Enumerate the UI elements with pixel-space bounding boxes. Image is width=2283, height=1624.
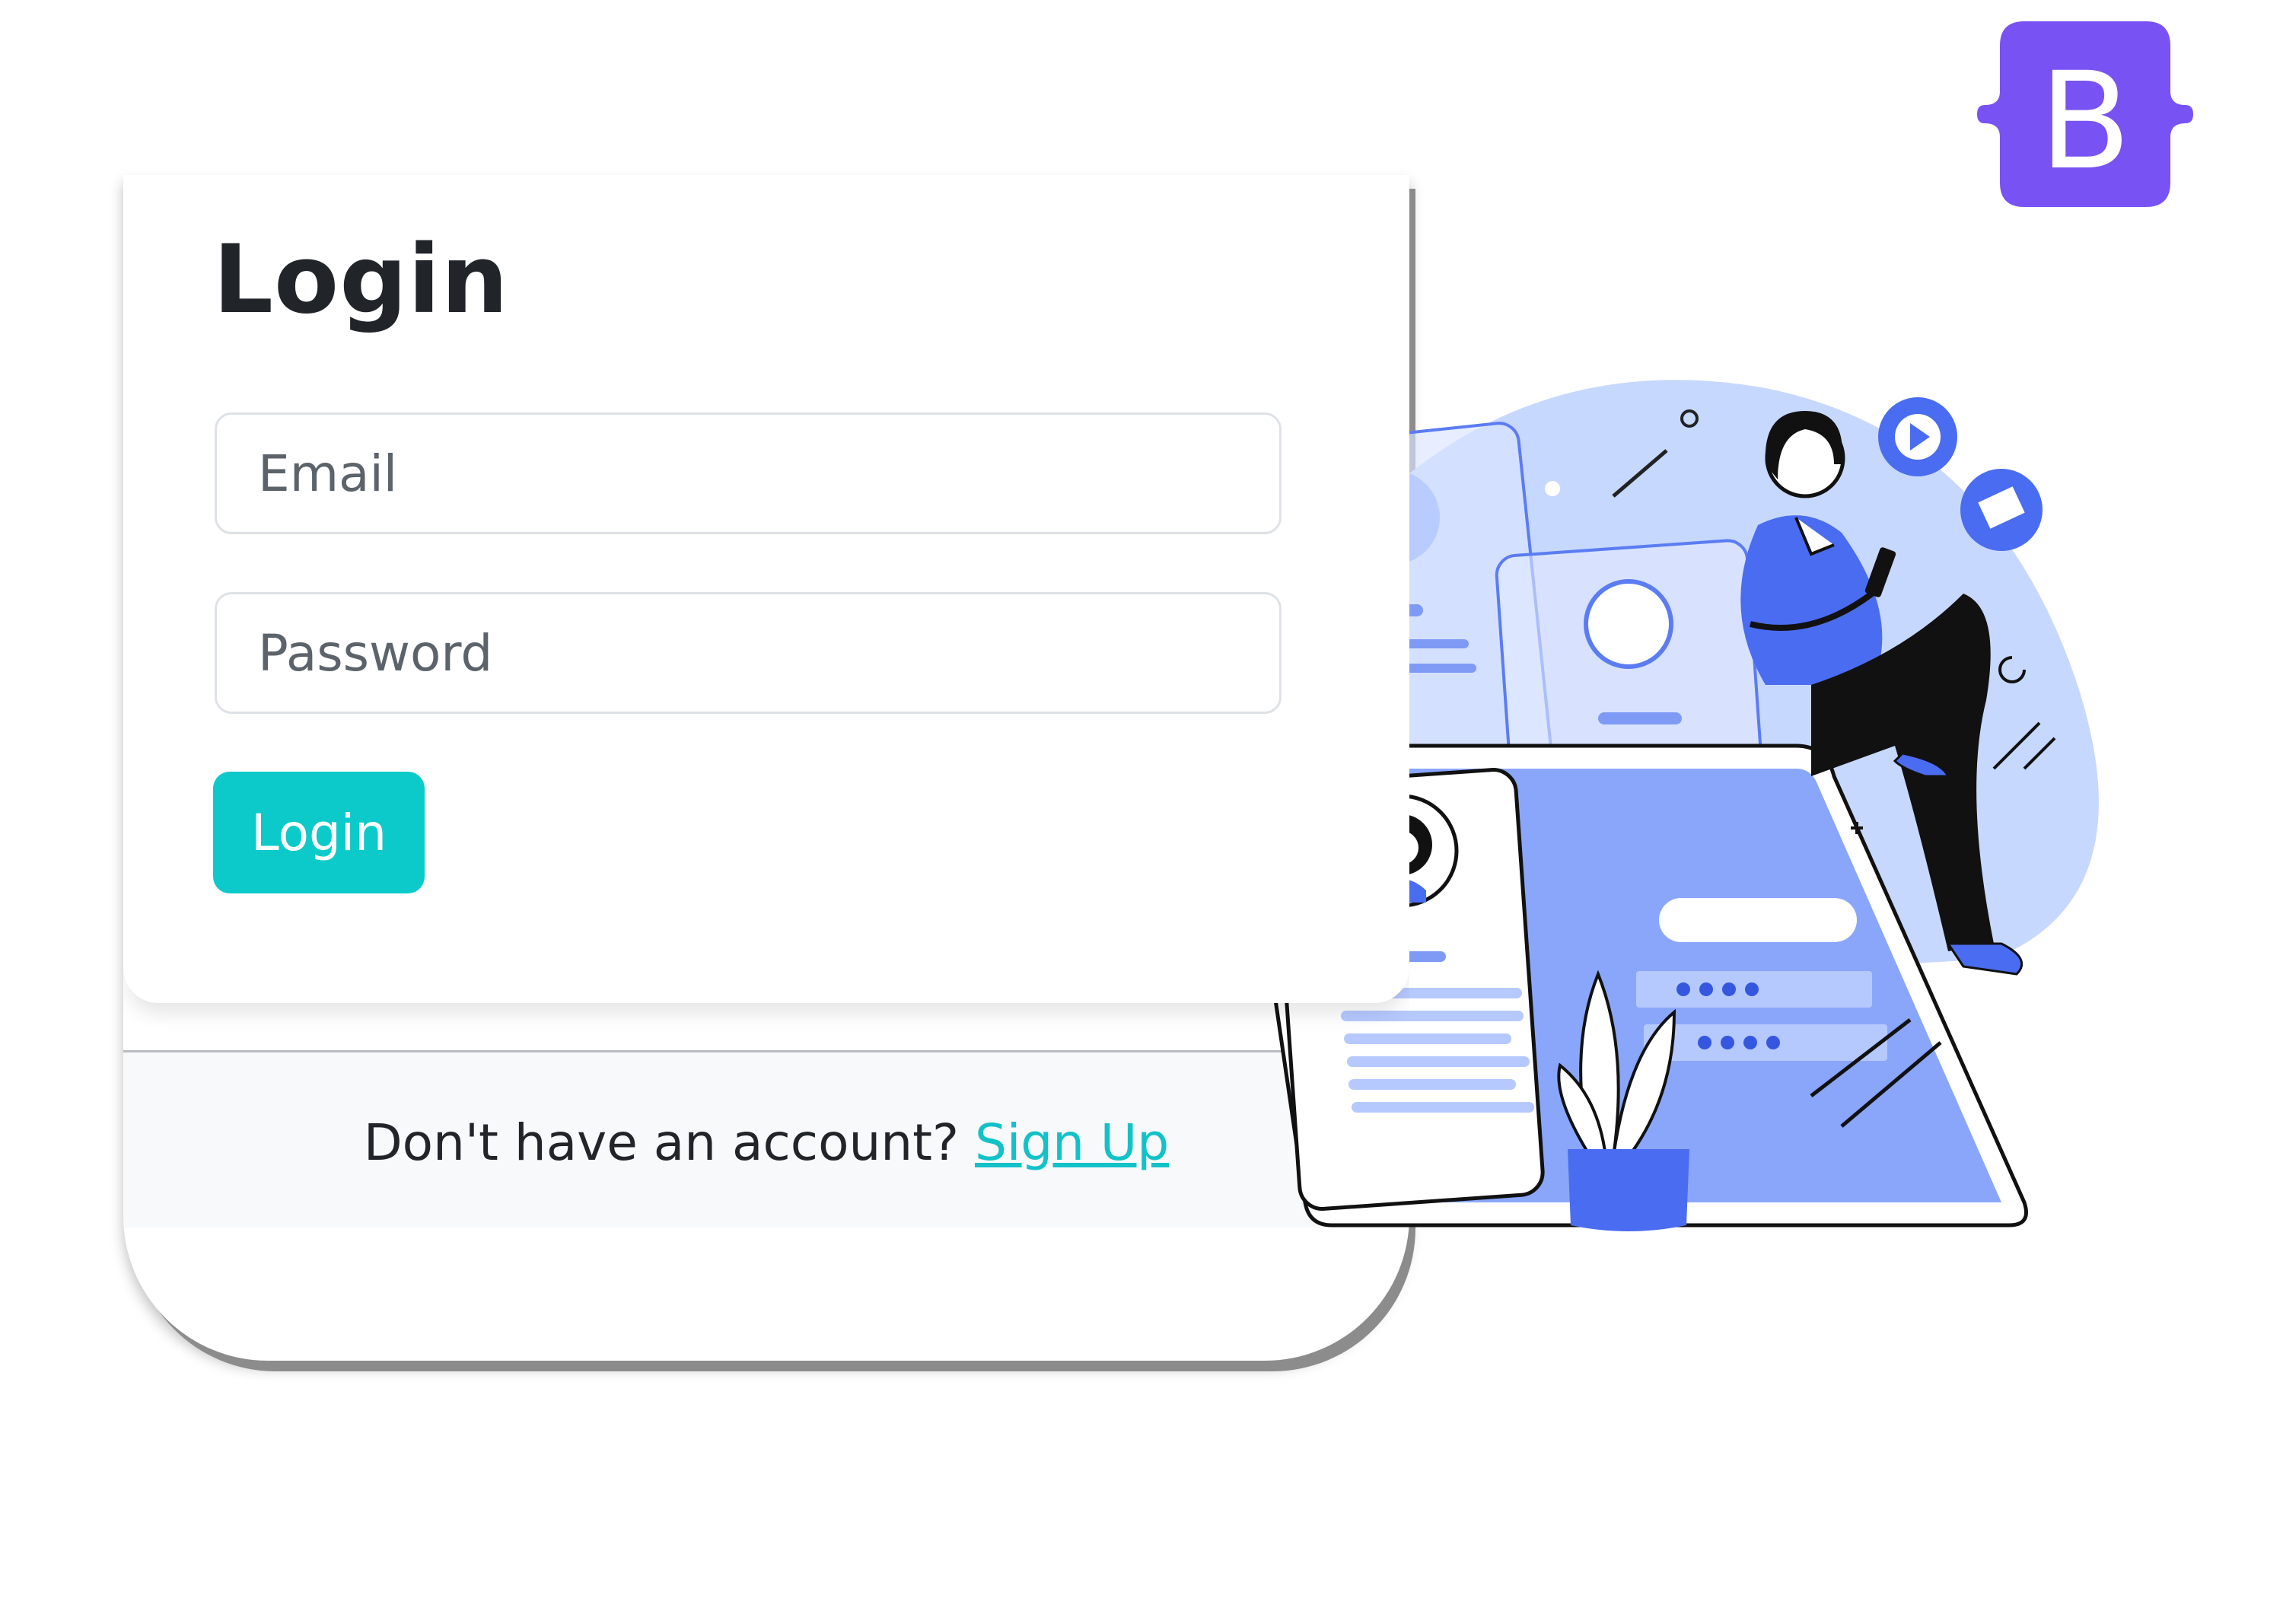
password-field[interactable] [215, 592, 1282, 714]
card-body: Login Login [123, 175, 1409, 1003]
card-footer: Don't have an account? Sign Up [123, 1050, 1409, 1228]
plant-pot [1568, 1149, 1689, 1231]
signup-link[interactable]: Sign Up [975, 1113, 1169, 1172]
tablet-input-pill [1659, 898, 1857, 942]
login-card: Don't have an account? Sign Up Login Log… [123, 175, 1409, 1361]
person-shoe [1946, 942, 2023, 976]
page-title: Login [213, 225, 509, 335]
tablet-password-field [1644, 1024, 1887, 1061]
login-button[interactable]: Login [213, 772, 425, 893]
signup-prompt: Don't have an account? Sign Up [123, 1113, 1409, 1172]
avatar-middle [1584, 579, 1673, 669]
email-field[interactable] [215, 412, 1282, 534]
signup-prompt-text: Don't have an account? [363, 1113, 960, 1172]
sparkle-dot-white [1545, 481, 1560, 496]
bootstrap-logo: B [1977, 21, 2193, 207]
logo-letter: B [2039, 43, 2132, 199]
card-line [1598, 712, 1682, 724]
